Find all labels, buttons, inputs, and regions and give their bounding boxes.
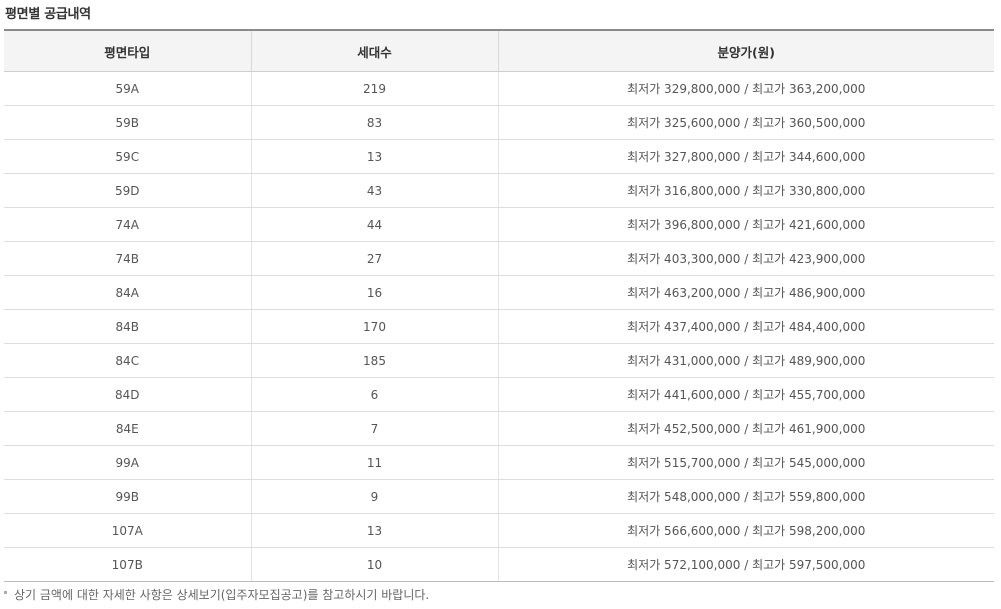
footnote-text: 상기 금액에 대한 자세한 사항은 상세보기(입주자모집공고)를 참고하시기 바… [14,588,430,602]
cell-floor-type: 59A [4,71,251,106]
cell-sale-price: 최저가 329,800,000 / 최고가 363,200,000 [497,71,994,106]
table-row: 84D 6 최저가 441,600,000 / 최고가 455,700,000 [4,377,994,412]
cell-floor-type: 107B [4,547,251,582]
cell-unit-count: 6 [250,377,498,412]
cell-unit-count: 7 [250,411,498,446]
cell-sale-price: 최저가 431,000,000 / 최고가 489,900,000 [497,343,994,378]
cell-floor-type: 74A [4,207,251,242]
header-unit-count: 세대수 [250,29,498,72]
cell-unit-count: 219 [250,71,498,106]
cell-unit-count: 43 [250,173,498,208]
cell-floor-type: 107A [4,513,251,548]
cell-unit-count: 44 [250,207,498,242]
table-row: 59D 43 최저가 316,800,000 / 최고가 330,800,000 [4,173,994,208]
table-row: 107A 13 최저가 566,600,000 / 최고가 598,200,00… [4,513,994,548]
cell-unit-count: 170 [250,309,498,344]
cell-sale-price: 최저가 463,200,000 / 최고가 486,900,000 [497,275,994,310]
cell-unit-count: 11 [250,445,498,480]
cell-sale-price: 최저가 316,800,000 / 최고가 330,800,000 [497,173,994,208]
cell-floor-type: 59C [4,139,251,174]
cell-unit-count: 13 [250,513,498,548]
cell-unit-count: 13 [250,139,498,174]
table-row: 84B 170 최저가 437,400,000 / 최고가 484,400,00… [4,309,994,344]
table-header-row: 평면타입 세대수 분양가(원) [4,29,994,72]
table-row: 59B 83 최저가 325,600,000 / 최고가 360,500,000 [4,105,994,140]
cell-floor-type: 59D [4,173,251,208]
supply-table: 평면타입 세대수 분양가(원) 59A 219 최저가 329,800,000 … [4,29,994,582]
cell-sale-price: 최저가 566,600,000 / 최고가 598,200,000 [497,513,994,548]
table-row: 107B 10 최저가 572,100,000 / 최고가 597,500,00… [4,547,994,582]
table-row: 74A 44 최저가 396,800,000 / 최고가 421,600,000 [4,207,994,242]
table-row: 99A 11 최저가 515,700,000 / 최고가 545,000,000 [4,445,994,480]
cell-sale-price: 최저가 327,800,000 / 최고가 344,600,000 [497,139,994,174]
cell-sale-price: 최저가 441,600,000 / 최고가 455,700,000 [497,377,994,412]
cell-unit-count: 10 [250,547,498,582]
cell-sale-price: 최저가 396,800,000 / 최고가 421,600,000 [497,207,994,242]
footnote: 상기 금액에 대한 자세한 사항은 상세보기(입주자모집공고)를 참고하시기 바… [4,586,429,603]
cell-floor-type: 74B [4,241,251,276]
table-row: 99B 9 최저가 548,000,000 / 최고가 559,800,000 [4,479,994,514]
table-row: 59A 219 최저가 329,800,000 / 최고가 363,200,00… [4,71,994,106]
cell-sale-price: 최저가 325,600,000 / 최고가 360,500,000 [497,105,994,140]
table-row: 84E 7 최저가 452,500,000 / 최고가 461,900,000 [4,411,994,446]
cell-floor-type: 84C [4,343,251,378]
cell-floor-type: 84A [4,275,251,310]
cell-floor-type: 99B [4,479,251,514]
cell-unit-count: 83 [250,105,498,140]
cell-floor-type: 59B [4,105,251,140]
table-row: 74B 27 최저가 403,300,000 / 최고가 423,900,000 [4,241,994,276]
cell-sale-price: 최저가 548,000,000 / 최고가 559,800,000 [497,479,994,514]
cell-unit-count: 27 [250,241,498,276]
cell-sale-price: 최저가 452,500,000 / 최고가 461,900,000 [497,411,994,446]
table-row: 59C 13 최저가 327,800,000 / 최고가 344,600,000 [4,139,994,174]
cell-floor-type: 84D [4,377,251,412]
cell-sale-price: 최저가 572,100,000 / 최고가 597,500,000 [497,547,994,582]
cell-floor-type: 84B [4,309,251,344]
header-sale-price: 분양가(원) [497,29,994,72]
header-floor-type: 평면타입 [4,29,251,72]
bullet-icon [4,591,7,594]
cell-sale-price: 최저가 437,400,000 / 최고가 484,400,000 [497,309,994,344]
table-row: 84A 16 최저가 463,200,000 / 최고가 486,900,000 [4,275,994,310]
cell-unit-count: 9 [250,479,498,514]
table-row: 84C 185 최저가 431,000,000 / 최고가 489,900,00… [4,343,994,378]
cell-floor-type: 99A [4,445,251,480]
cell-floor-type: 84E [4,411,251,446]
cell-unit-count: 16 [250,275,498,310]
cell-sale-price: 최저가 515,700,000 / 최고가 545,000,000 [497,445,994,480]
section-title: 평면별 공급내역 [5,7,91,22]
cell-sale-price: 최저가 403,300,000 / 최고가 423,900,000 [497,241,994,276]
cell-unit-count: 185 [250,343,498,378]
